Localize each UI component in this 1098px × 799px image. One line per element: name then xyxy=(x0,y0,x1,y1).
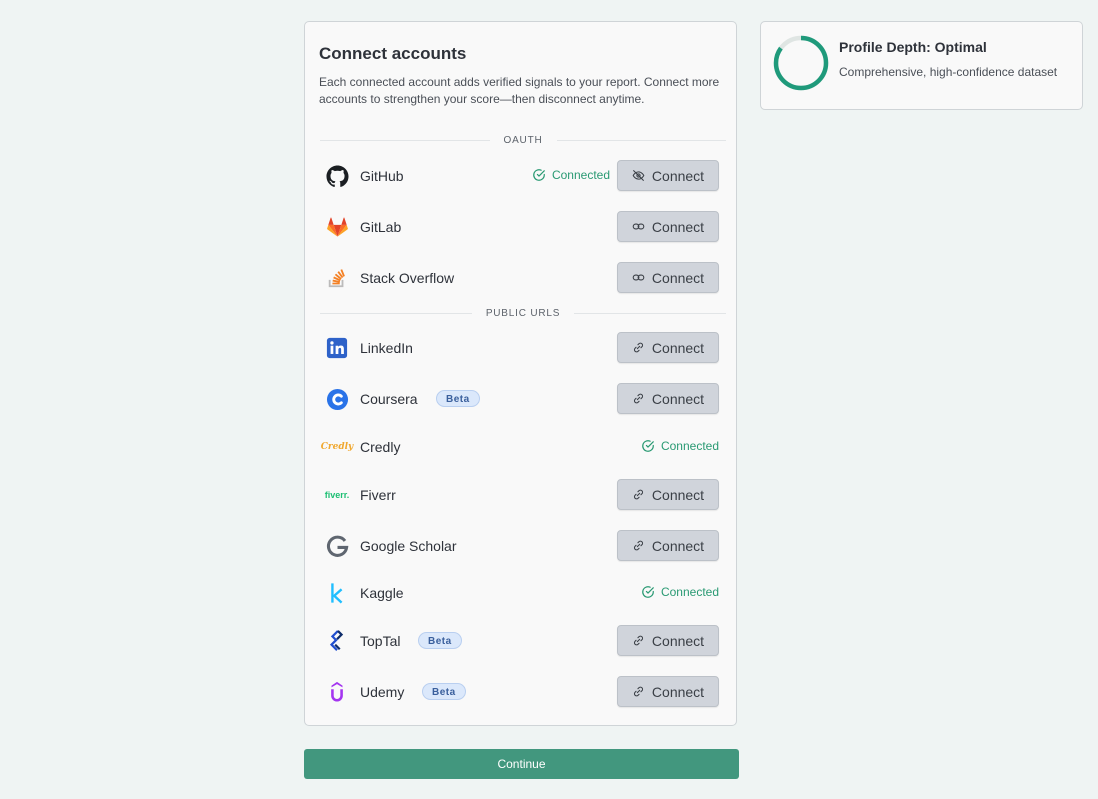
account-name: GitLab xyxy=(360,219,402,235)
profile-depth-subtitle: Comprehensive, high-confidence dataset xyxy=(839,65,1058,79)
account-row-google-scholar: Google Scholar Connect xyxy=(321,529,719,563)
account-name: TopTal xyxy=(360,633,401,649)
section-label-public-urls: PUBLIC URLS xyxy=(320,305,726,321)
account-row-udemy: Udemy Beta Connect xyxy=(321,675,719,709)
connect-accounts-card: Connect accounts Each connected account … xyxy=(304,21,737,726)
link-icon xyxy=(633,540,643,551)
account-name: Udemy xyxy=(360,684,405,700)
beta-badge: Beta xyxy=(422,683,466,700)
connect-button-udemy[interactable]: Connect xyxy=(617,676,719,707)
stackoverflow-icon xyxy=(325,266,349,290)
fiverr-icon: fiverr. xyxy=(324,483,350,507)
account-row-stackoverflow: Stack Overflow Connect xyxy=(321,261,719,295)
account-name: Coursera xyxy=(360,391,418,407)
connect-button-github[interactable]: Connect xyxy=(617,160,719,191)
check-circle-icon xyxy=(533,169,545,181)
check-circle-icon xyxy=(642,586,654,598)
account-name: Kaggle xyxy=(360,585,404,601)
connected-status: Connected xyxy=(532,168,610,182)
credly-icon: Credly xyxy=(321,435,354,459)
fiverr-logo-text: fiverr. xyxy=(324,490,350,500)
account-name: LinkedIn xyxy=(360,340,413,356)
button-label: Connect xyxy=(651,339,705,356)
card-description: Each connected account adds verified sig… xyxy=(319,75,720,106)
google-icon xyxy=(325,534,349,558)
connect-button-fiverr[interactable]: Connect xyxy=(617,479,719,510)
toptal-icon xyxy=(325,629,349,653)
kaggle-icon xyxy=(325,581,349,605)
udemy-icon xyxy=(325,680,349,704)
button-label: Connect xyxy=(651,390,705,407)
connect-button-coursera[interactable]: Connect xyxy=(617,383,719,414)
eye-off-icon xyxy=(632,170,645,181)
profile-depth-progress-ring xyxy=(773,35,829,91)
coursera-icon xyxy=(325,387,349,411)
beta-badge: Beta xyxy=(436,390,480,407)
button-label: Connect xyxy=(651,683,705,700)
link-icon xyxy=(633,686,643,697)
continue-button[interactable]: Continue xyxy=(304,749,739,779)
connected-status: Connected xyxy=(641,585,719,599)
account-name: Stack Overflow xyxy=(360,270,455,286)
status-text: Connected xyxy=(660,439,719,453)
section-label-oauth-text: OAUTH xyxy=(503,134,543,146)
credly-logo-text: Credly xyxy=(320,442,354,452)
connect-button-gitlab[interactable]: Connect xyxy=(617,211,719,242)
account-row-coursera: Coursera Beta Connect xyxy=(321,382,719,416)
button-label: Connect xyxy=(651,537,705,554)
card-title: Connect accounts xyxy=(319,44,467,63)
account-name: Credly xyxy=(360,439,401,455)
account-name: Fiverr xyxy=(360,487,396,503)
connect-button-linkedin[interactable]: Connect xyxy=(617,332,719,363)
account-name: GitHub xyxy=(360,168,404,184)
button-label: Connect xyxy=(651,167,705,184)
link-icon xyxy=(633,342,643,353)
account-name: Google Scholar xyxy=(360,538,457,554)
connected-status: Connected xyxy=(641,439,719,453)
beta-badge: Beta xyxy=(418,632,462,649)
account-row-gitlab: GitLab Connect xyxy=(321,210,719,244)
link-icon xyxy=(632,223,645,230)
linkedin-icon xyxy=(325,336,349,360)
button-label: Connect xyxy=(651,632,705,649)
check-circle-icon xyxy=(642,440,654,452)
section-label-oauth: OAUTH xyxy=(320,132,726,148)
profile-depth-card: Profile Depth: Optimal Comprehensive, hi… xyxy=(760,21,1083,110)
link-icon xyxy=(633,635,643,646)
link-icon xyxy=(633,489,643,500)
connect-button-google-scholar[interactable]: Connect xyxy=(617,530,719,561)
button-label: Connect xyxy=(651,486,705,503)
button-label: Connect xyxy=(651,269,705,286)
section-label-public-text: PUBLIC URLS xyxy=(485,307,561,319)
account-row-github: GitHub Connected Connect xyxy=(321,159,719,193)
account-row-fiverr: fiverr. Fiverr Connect xyxy=(321,478,719,512)
account-row-toptal: TopTal Beta Connect xyxy=(321,624,719,658)
status-text: Connected xyxy=(551,168,610,182)
status-text: Connected xyxy=(660,585,719,599)
gitlab-icon xyxy=(325,215,349,239)
profile-depth-title: Profile Depth: Optimal xyxy=(839,39,987,55)
link-icon xyxy=(633,393,643,404)
connect-button-toptal[interactable]: Connect xyxy=(617,625,719,656)
link-icon xyxy=(632,274,645,281)
account-row-kaggle: Kaggle Connected xyxy=(321,576,719,610)
connect-button-stackoverflow[interactable]: Connect xyxy=(617,262,719,293)
button-label: Connect xyxy=(651,218,705,235)
account-row-credly: Credly Credly Connected xyxy=(321,430,719,464)
github-icon xyxy=(325,164,349,188)
account-row-linkedin: LinkedIn Connect xyxy=(321,331,719,365)
